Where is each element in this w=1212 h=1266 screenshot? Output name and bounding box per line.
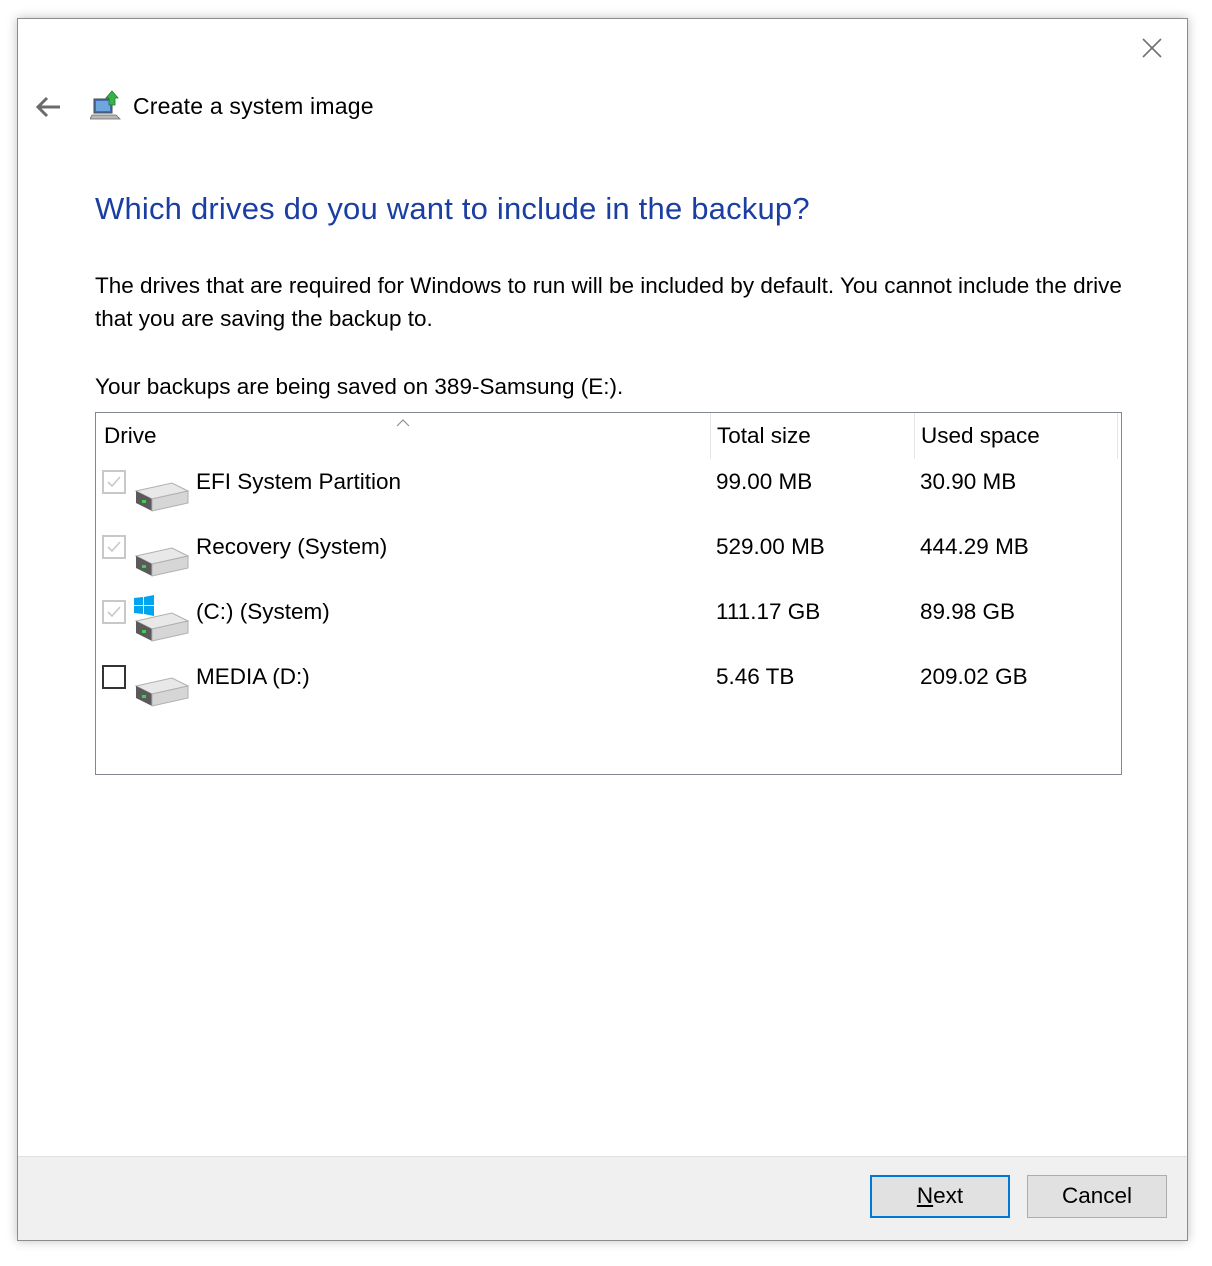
drive-checkbox (102, 600, 126, 624)
drive-name: (C:) (System) (196, 599, 330, 624)
drive-row-c[interactable]: (C:) (System) 111.17 GB 89.98 GB (96, 587, 1121, 652)
drive-total-size: 5.46 TB (716, 664, 795, 689)
column-header-used-space[interactable]: Used space (914, 413, 1118, 459)
system-image-icon (89, 89, 122, 121)
windows-drive-icon (132, 595, 192, 643)
drive-checkbox (102, 470, 126, 494)
drive-name: EFI System Partition (196, 469, 402, 494)
drive-icon (132, 660, 192, 708)
drive-used-space: 444.29 MB (920, 534, 1029, 559)
drive-row-recovery[interactable]: Recovery (System) 529.00 MB 444.29 MB (96, 522, 1121, 587)
page-heading: Which drives do you want to include in t… (95, 191, 810, 226)
drive-icon (132, 465, 192, 513)
drive-used-space: 89.98 GB (920, 599, 1016, 624)
description-text: The drives that are required for Windows… (95, 273, 1122, 331)
next-button-label: ext (933, 1183, 964, 1208)
drive-total-size: 99.00 MB (716, 469, 813, 494)
close-icon[interactable] (1137, 33, 1167, 63)
dialog-window: Create a system image Which drives do yo… (17, 18, 1188, 1241)
drive-used-space: 30.90 MB (920, 469, 1017, 494)
drive-used-space: 209.02 GB (920, 664, 1028, 689)
drive-name: MEDIA (D:) (196, 664, 310, 689)
column-header-total-size[interactable]: Total size (710, 413, 914, 459)
backup-location-text: Your backups are being saved on 389-Sams… (95, 374, 624, 399)
cancel-button[interactable]: Cancel (1027, 1175, 1167, 1218)
footer-bar: Next Cancel (18, 1156, 1187, 1240)
back-arrow-icon[interactable] (34, 95, 64, 119)
drive-list: Drive Total size Used space EFI System P… (95, 412, 1122, 775)
drive-checkbox (102, 535, 126, 559)
next-button-mnemonic: N (916, 1183, 934, 1208)
drive-total-size: 111.17 GB (716, 599, 821, 624)
window-title: Create a system image (133, 93, 374, 119)
drive-total-size: 529.00 MB (716, 534, 825, 559)
drive-name: Recovery (System) (196, 534, 388, 559)
drive-icon (132, 530, 192, 578)
next-button[interactable]: Next (870, 1175, 1010, 1218)
column-header-drive[interactable]: Drive (104, 413, 708, 459)
drive-row-media[interactable]: MEDIA (D:) 5.46 TB 209.02 GB (96, 652, 1121, 717)
drive-checkbox[interactable] (102, 665, 126, 689)
drive-row-efi[interactable]: EFI System Partition 99.00 MB 30.90 MB (96, 457, 1121, 522)
